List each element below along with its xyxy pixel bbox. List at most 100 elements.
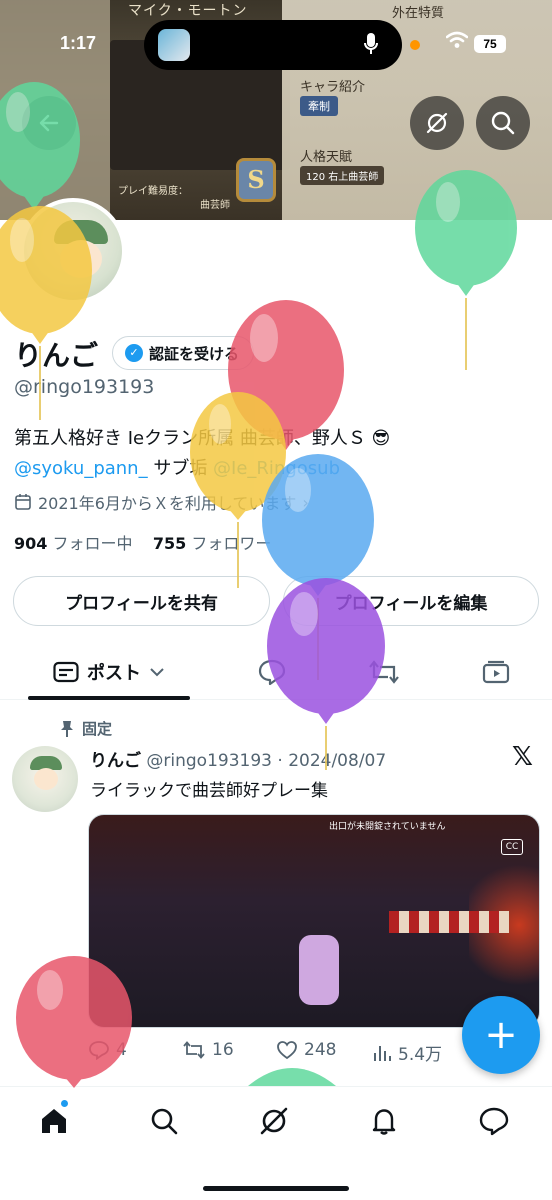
followers-label: フォロワー (191, 534, 272, 553)
banner-role: 曲芸師 (200, 200, 230, 211)
chevron-down-icon (150, 668, 164, 677)
nav-grok[interactable] (252, 1101, 296, 1141)
share-profile-button[interactable]: プロフィールを共有 (13, 576, 270, 626)
display-name: りんご (14, 339, 99, 372)
views-button[interactable]: 5.4万 (372, 1040, 442, 1065)
battery-indicator: 75 (474, 35, 506, 53)
post-header: りんご @ringo193193 · 2024/08/07 (90, 746, 386, 771)
banner-search-button[interactable] (476, 96, 530, 150)
bio-line-1: 第五人格好き Ieクラン所属 曲芸師、野人Ｓ 😎 (14, 428, 391, 449)
video-scene-character (299, 935, 339, 1005)
post-meta: @ringo193193 · 2024/08/07 (146, 751, 387, 771)
status-time: 1:17 (60, 33, 97, 53)
verified-badge-icon: ✓ (125, 344, 143, 362)
avatar-face (60, 240, 102, 278)
analytics-icon (374, 1045, 391, 1061)
calendar-icon (15, 494, 31, 510)
following-count: 904 (14, 534, 48, 553)
grok-icon (426, 112, 448, 134)
nav-messages[interactable] (472, 1101, 516, 1141)
nav-home[interactable] (32, 1101, 76, 1141)
status-bar: 1:17 75 (0, 20, 552, 70)
followers-link[interactable]: 755 フォロワー (153, 534, 272, 553)
heart-icon (277, 1041, 297, 1060)
banner-difficulty: プレイ難易度： (118, 186, 188, 197)
banner-chara-tag: 牽制 (300, 96, 338, 116)
tab-active-indicator (28, 696, 190, 700)
home-notification-dot (60, 1099, 69, 1108)
post-avatar-face (34, 768, 58, 790)
banner-rank-badge: S (236, 158, 276, 202)
pin-icon (61, 720, 73, 737)
tab-media[interactable] (474, 644, 518, 700)
like-count: 248 (304, 1040, 337, 1060)
search-icon (151, 1108, 178, 1135)
bell-icon (372, 1109, 396, 1135)
search-icon (491, 111, 515, 135)
nav-notifications[interactable] (362, 1101, 406, 1141)
banner-chara-intro: キャラ紹介 (300, 80, 366, 95)
joined-date[interactable]: 2021年6月からＸを利用しています › (14, 490, 309, 514)
get-verified-button[interactable]: ✓ 認証を受ける (112, 336, 255, 370)
home-icon (42, 1109, 66, 1133)
bio-line-2: @syoku_pann_ サブ垢 @Ie_Ringosub (14, 454, 534, 484)
pinned-label: 固定 (82, 720, 113, 738)
profile-tabs: ポスト (0, 644, 552, 700)
back-button[interactable] (22, 96, 76, 150)
banner-persona-label: 人格天賦 (300, 150, 353, 165)
repost-icon (183, 1041, 205, 1059)
like-button[interactable]: 248 (276, 1040, 336, 1060)
repost-button[interactable]: 16 (182, 1040, 234, 1060)
grok-button[interactable] (410, 96, 464, 150)
video-scene-awning (389, 911, 509, 933)
compose-post-button[interactable]: + (462, 996, 540, 1074)
post-text: ライラックで曲芸師好プレー集 (90, 781, 328, 801)
reply-bubble-icon (258, 659, 286, 686)
followers-count: 755 (152, 534, 187, 553)
profile-avatar[interactable] (20, 198, 126, 304)
island-app-thumbnail (158, 29, 190, 61)
bio-sub-text: サブ垢 (147, 458, 214, 479)
dynamic-island[interactable] (144, 20, 402, 70)
profile-bio: 第五人格好き Ieクラン所属 曲芸師、野人Ｓ 😎 @syoku_pann_ サブ… (14, 424, 534, 484)
recording-indicator-icon (410, 40, 420, 50)
post-author-avatar[interactable] (12, 746, 78, 812)
x-logo-icon: 𝕏 (512, 742, 533, 772)
grok-icon (260, 1107, 288, 1135)
tab-reposts[interactable] (362, 644, 406, 700)
arrow-left-icon (39, 114, 59, 132)
tab-posts[interactable]: ポスト (28, 644, 190, 700)
nav-search[interactable] (142, 1101, 186, 1141)
bio-mention-link[interactable]: @Ie_Ringosub (213, 458, 340, 479)
banner-persona-value: 120 右上曲芸師 (300, 166, 385, 185)
microphone-icon (364, 33, 378, 60)
video-hud-text: 出口が未開錠されていません (329, 822, 446, 832)
video-icon (482, 660, 510, 684)
bio-mention-link[interactable]: @syoku_pann_ (14, 458, 148, 479)
edit-profile-button[interactable]: プロフィールを編集 (283, 576, 539, 626)
post-actions: 4 16 248 5.4万 (88, 1040, 528, 1068)
repost-count: 16 (212, 1040, 234, 1060)
posts-icon (53, 661, 79, 683)
repost-icon (369, 660, 399, 684)
wifi-icon (445, 31, 469, 54)
get-verified-label: 認証を受ける (149, 344, 240, 363)
reply-button[interactable]: 4 (88, 1040, 127, 1060)
pinned-indicator: 固定 (60, 718, 112, 739)
balloon-green-icon (248, 1068, 336, 1086)
message-bubble-icon (479, 1107, 509, 1136)
post-video[interactable]: 出口が未開錠されていません CC (88, 814, 540, 1028)
banner-character-name: マイク・モートン (128, 3, 248, 19)
joined-date-label: 2021年6月からＸを利用しています (38, 494, 297, 513)
captions-icon[interactable]: CC (501, 839, 523, 855)
home-indicator (203, 1186, 349, 1191)
follow-stats: 904 フォロー中 755 フォロワー (14, 530, 271, 554)
following-link[interactable]: 904 フォロー中 (14, 534, 133, 553)
following-label: フォロー中 (52, 534, 133, 553)
reply-count: 4 (116, 1040, 127, 1060)
tab-replies[interactable] (250, 644, 294, 700)
views-count: 5.4万 (398, 1045, 443, 1065)
banner-feature-label: 外在特質 (392, 6, 445, 21)
post-author-name[interactable]: りんご (90, 751, 141, 771)
reply-icon (89, 1041, 109, 1060)
